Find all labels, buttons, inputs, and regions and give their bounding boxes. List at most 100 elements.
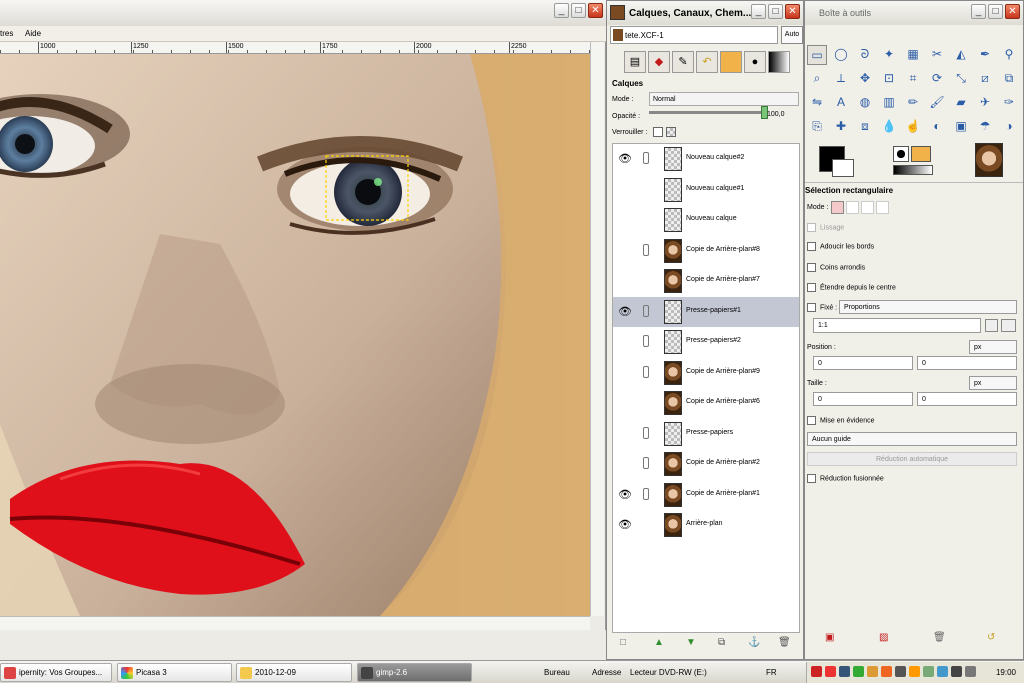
auto-shrink-button[interactable]: Réduction automatique xyxy=(807,452,1017,466)
reset-options-icon[interactable]: ↺ xyxy=(987,632,995,643)
chain-link-icon[interactable] xyxy=(643,335,649,347)
crop-icon[interactable]: ⌗ xyxy=(903,69,923,89)
visibility-eye-icon[interactable]: 👁 xyxy=(618,518,632,531)
smudge-icon[interactable]: ☝ xyxy=(903,117,923,137)
address-toolbar-label[interactable]: Adresse xyxy=(592,668,621,677)
position-x-field[interactable]: 0 xyxy=(813,356,913,370)
close-button[interactable]: ✕ xyxy=(785,4,800,19)
color-select-icon[interactable]: ▦ xyxy=(903,45,923,65)
menu-item-help[interactable]: Aide xyxy=(25,29,41,38)
raise-layer-icon[interactable]: ▲ xyxy=(654,637,664,648)
drive-toolbar-label[interactable]: Lecteur DVD-RW (E:) xyxy=(630,668,707,677)
close-button[interactable]: ✕ xyxy=(1005,4,1020,19)
layer-mode-select[interactable]: Normal xyxy=(649,92,799,106)
ink-icon[interactable]: ✑ xyxy=(999,93,1019,113)
new-layer-icon[interactable]: □ xyxy=(620,637,626,648)
opacity-value[interactable]: 100,0 xyxy=(767,111,785,118)
rect-select-icon[interactable]: ▭ xyxy=(807,45,827,65)
minimize-button[interactable]: _ xyxy=(751,4,766,19)
lower-layer-icon[interactable]: ▼ xyxy=(686,637,696,648)
tray-icon[interactable] xyxy=(867,666,878,677)
maximize-button[interactable]: □ xyxy=(988,4,1003,19)
dock-titlebar[interactable]: Calques, Canaux, Chem... _ □ ✕ xyxy=(607,1,803,25)
mode-replace-button[interactable] xyxy=(831,201,844,214)
fixed-checkbox[interactable]: Fixé : xyxy=(807,303,837,312)
bureau-toolbar-label[interactable]: Bureau xyxy=(544,668,570,677)
restore-options-icon[interactable]: ▨ xyxy=(879,632,888,643)
chain-link-icon[interactable] xyxy=(643,365,649,378)
task-gimp[interactable]: gimp-2.6 xyxy=(357,663,472,682)
curves-icon[interactable]: ☂ xyxy=(975,117,995,137)
tray-icon[interactable] xyxy=(937,666,948,677)
antialias-checkbox[interactable]: Lissage xyxy=(807,223,844,232)
layers-tab-icon[interactable]: ▤ xyxy=(624,51,646,73)
tray-icon[interactable] xyxy=(881,666,892,677)
tray-icon[interactable] xyxy=(951,666,962,677)
close-button[interactable]: ✕ xyxy=(588,3,603,18)
fuzzy-select-icon[interactable]: ✦ xyxy=(879,45,899,65)
visibility-eye-icon[interactable]: 👁 xyxy=(618,488,632,501)
guides-select[interactable]: Aucun guide xyxy=(807,432,1017,446)
tray-icon[interactable] xyxy=(909,666,920,677)
heal-icon[interactable]: ✚ xyxy=(831,117,851,137)
language-indicator[interactable]: FR xyxy=(766,668,777,677)
task-picasa[interactable]: Picasa 3 xyxy=(117,663,232,682)
pattern-indicator[interactable] xyxy=(911,146,931,162)
ellipse-select-icon[interactable]: ◯ xyxy=(831,45,851,65)
active-image-thumbnail[interactable] xyxy=(975,143,1003,177)
paths-tab-icon[interactable]: ✎ xyxy=(672,51,694,73)
maximize-button[interactable]: □ xyxy=(571,3,586,18)
lock-pixels-checkbox[interactable] xyxy=(653,127,663,137)
chain-link-icon[interactable] xyxy=(643,426,649,439)
layer-row[interactable]: Nouveau calque#1 xyxy=(613,175,799,205)
duplicate-layer-icon[interactable]: ⧉ xyxy=(718,637,725,648)
lock-alpha-icon[interactable] xyxy=(666,127,676,137)
minimize-button[interactable]: _ xyxy=(554,3,569,18)
gradients-tab-icon[interactable] xyxy=(768,51,790,73)
tray-icon[interactable] xyxy=(811,666,822,677)
portrait-icon[interactable] xyxy=(985,319,998,332)
size-width-field[interactable]: 0 xyxy=(813,392,913,406)
delete-layer-icon[interactable]: 🗑 xyxy=(778,637,791,648)
gradient-indicator[interactable] xyxy=(893,165,933,175)
layer-row[interactable]: 👁 Nouveau calque#2 xyxy=(613,144,799,174)
shear-icon[interactable]: ⧄ xyxy=(975,69,995,89)
delete-options-icon[interactable]: 🗑 xyxy=(933,632,946,643)
layer-row[interactable]: Copie de Arrière-plan#7 xyxy=(613,266,799,296)
blur-icon[interactable]: 💧 xyxy=(879,117,899,137)
feather-checkbox[interactable]: Adoucir les bords xyxy=(807,242,874,251)
minimize-button[interactable]: _ xyxy=(971,4,986,19)
position-unit-select[interactable]: px xyxy=(969,340,1017,354)
text-icon[interactable]: A xyxy=(831,93,851,113)
tray-icon[interactable] xyxy=(839,666,850,677)
measure-icon[interactable]: ⟂ xyxy=(831,69,851,89)
opacity-slider[interactable] xyxy=(649,106,768,119)
chain-link-icon[interactable] xyxy=(643,243,649,256)
perspective-clone-icon[interactable]: ⧈ xyxy=(855,117,875,137)
anchor-layer-icon[interactable]: ⚓ xyxy=(748,637,760,648)
lasso-icon[interactable]: ᘐ xyxy=(855,45,875,65)
zoom-icon[interactable]: ⌕ xyxy=(807,69,827,89)
channels-tab-icon[interactable]: ◆ xyxy=(648,51,670,73)
paintbrush-icon[interactable]: 🖌 xyxy=(927,93,947,113)
blend-icon[interactable]: ▥ xyxy=(879,93,899,113)
layer-row[interactable]: 👁 Arrière-plan xyxy=(613,510,799,540)
tray-icon[interactable] xyxy=(895,666,906,677)
perspective-icon[interactable]: ⧉ xyxy=(999,69,1019,89)
visibility-eye-icon[interactable]: 👁 xyxy=(618,152,632,165)
clone-icon[interactable]: ⎘ xyxy=(807,117,827,137)
task-ipernity[interactable]: ipernity: Vos Groupes... xyxy=(0,663,112,682)
layer-row[interactable]: Presse-papiers#2 xyxy=(613,327,799,357)
chain-link-icon[interactable] xyxy=(643,304,649,317)
layer-row[interactable]: Copie de Arrière-plan#6 xyxy=(613,388,799,418)
expand-center-checkbox[interactable]: Étendre depuis le centre xyxy=(807,283,896,292)
layer-row[interactable]: Copie de Arrière-plan#8 xyxy=(613,236,799,266)
foreground-select-icon[interactable]: ◭ xyxy=(951,45,971,65)
task-folder[interactable]: 2010-12-09 xyxy=(236,663,352,682)
eraser-icon[interactable]: ▰ xyxy=(951,93,971,113)
vertical-scrollbar[interactable] xyxy=(590,42,604,616)
layer-row[interactable]: Copie de Arrière-plan#2 xyxy=(613,449,799,479)
mode-subtract-button[interactable] xyxy=(861,201,874,214)
layer-row[interactable]: Copie de Arrière-plan#9 xyxy=(613,358,799,388)
undo-tab-icon[interactable]: ↶ xyxy=(696,51,718,73)
